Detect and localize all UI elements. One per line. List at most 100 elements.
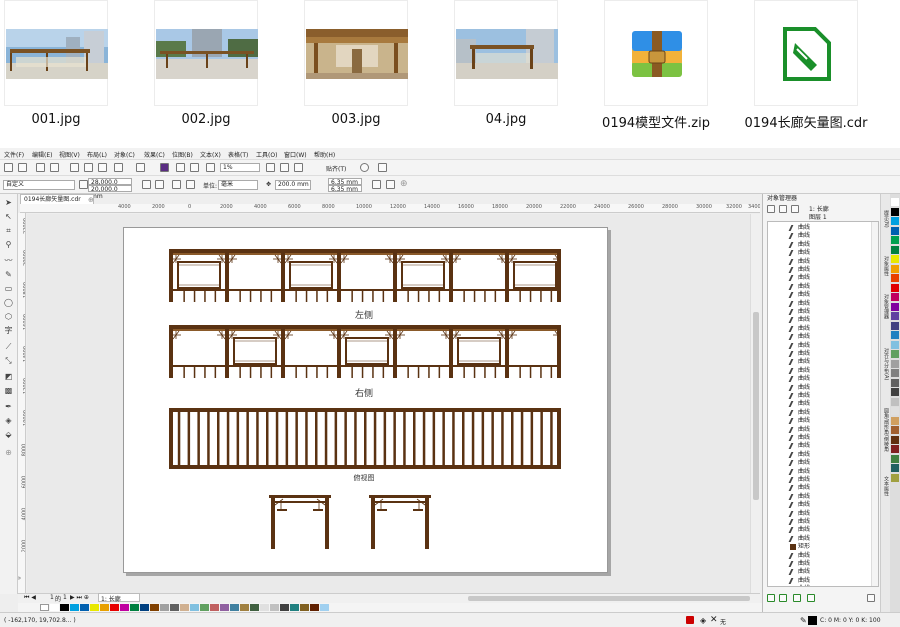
object-list-item[interactable]: 曲线 bbox=[788, 283, 810, 291]
color-swatch[interactable] bbox=[50, 604, 59, 611]
freehand-tool-icon[interactable]: 〰 bbox=[4, 256, 13, 265]
object-list-item[interactable]: 曲线 bbox=[788, 300, 810, 308]
color-swatch[interactable] bbox=[891, 198, 899, 206]
object-list-item[interactable]: 曲线 bbox=[788, 493, 810, 501]
menu-layout[interactable]: 布局(L) bbox=[87, 150, 107, 159]
units-select[interactable]: 毫米 bbox=[218, 180, 258, 190]
options-gear-icon[interactable] bbox=[360, 163, 369, 172]
docker-tab-align-distribute[interactable]: 对齐与分布(A) bbox=[882, 348, 890, 380]
color-swatch[interactable] bbox=[220, 604, 229, 611]
color-swatch[interactable] bbox=[80, 604, 89, 611]
all-pages-icon[interactable] bbox=[172, 180, 181, 189]
duplicate-y-field[interactable]: 6.35 mm bbox=[328, 185, 362, 193]
show-page-border-icon[interactable] bbox=[386, 180, 395, 189]
pergola-left-elevation[interactable] bbox=[169, 249, 561, 302]
color-swatch[interactable] bbox=[320, 604, 329, 611]
ellipse-tool-icon[interactable]: ◯ bbox=[4, 298, 13, 307]
color-swatch[interactable] bbox=[891, 407, 899, 415]
artistic-media-icon[interactable]: ✎ bbox=[4, 270, 13, 279]
color-swatch[interactable] bbox=[60, 604, 69, 611]
menu-help[interactable]: 帮助(H) bbox=[314, 150, 335, 159]
thumbnail-003[interactable]: 003.jpg bbox=[304, 0, 408, 148]
full-screen-icon[interactable] bbox=[266, 163, 275, 172]
show-object-properties-icon[interactable] bbox=[767, 205, 775, 213]
color-swatch[interactable] bbox=[240, 604, 249, 611]
color-swatch[interactable] bbox=[891, 388, 899, 396]
object-list-item[interactable]: 曲线 bbox=[788, 535, 810, 543]
copy-icon[interactable] bbox=[84, 163, 93, 172]
parallel-dimension-icon[interactable]: ⟋ bbox=[4, 342, 13, 351]
color-swatch[interactable] bbox=[300, 604, 309, 611]
menu-bitmaps[interactable]: 位图(B) bbox=[172, 150, 193, 159]
application-launcher-icon[interactable] bbox=[378, 163, 387, 172]
pergola-right-elevation[interactable] bbox=[169, 325, 561, 378]
print-icon[interactable] bbox=[50, 163, 59, 172]
show-grid-icon[interactable] bbox=[294, 163, 303, 172]
open-icon[interactable] bbox=[18, 163, 27, 172]
rectangle-tool-icon[interactable]: ▭ bbox=[4, 284, 13, 293]
color-swatch[interactable] bbox=[280, 604, 289, 611]
color-swatch[interactable] bbox=[150, 604, 159, 611]
object-list-item[interactable]: 曲线 bbox=[788, 342, 810, 350]
color-swatch[interactable] bbox=[891, 264, 899, 273]
object-list-item[interactable]: 曲线 bbox=[788, 258, 810, 266]
object-list-item[interactable]: 曲线 bbox=[788, 434, 810, 442]
undo-icon[interactable] bbox=[114, 163, 123, 172]
color-swatch[interactable] bbox=[891, 245, 899, 254]
color-swatch[interactable] bbox=[160, 604, 169, 611]
color-swatch[interactable] bbox=[891, 426, 899, 434]
color-swatch[interactable] bbox=[891, 312, 899, 320]
object-list-item[interactable]: 曲线 bbox=[788, 459, 810, 467]
object-list-item[interactable]: 曲线 bbox=[798, 585, 810, 586]
color-swatch[interactable] bbox=[891, 236, 899, 244]
vertical-scrollbar[interactable] bbox=[750, 214, 760, 593]
duplicate-x-field[interactable]: 6.35 mm bbox=[328, 178, 362, 186]
color-swatch[interactable] bbox=[891, 217, 899, 225]
color-swatch[interactable] bbox=[90, 604, 99, 611]
object-list-item[interactable]: 曲线 bbox=[788, 358, 810, 366]
object-list-item[interactable]: 曲线 bbox=[788, 577, 810, 585]
smart-fill-icon[interactable]: ⬙ bbox=[4, 430, 13, 439]
polygon-tool-icon[interactable]: ⬡ bbox=[4, 312, 13, 321]
object-list-item[interactable]: 曲线 bbox=[788, 510, 810, 518]
color-swatch[interactable] bbox=[190, 604, 199, 611]
color-swatch[interactable] bbox=[891, 293, 899, 301]
docker-tab-object-properties[interactable]: 对象属性 bbox=[882, 256, 890, 276]
color-swatch[interactable] bbox=[120, 604, 129, 611]
object-list-item[interactable]: 曲线 bbox=[788, 400, 810, 408]
eyedropper-icon[interactable]: ✒ bbox=[4, 402, 13, 411]
color-swatch[interactable] bbox=[100, 604, 109, 611]
color-swatch[interactable] bbox=[891, 340, 899, 349]
object-list-item[interactable]: 曲线 bbox=[788, 249, 810, 257]
snap-to-menu[interactable]: 贴齐(T) bbox=[326, 164, 346, 173]
color-swatch[interactable] bbox=[891, 331, 899, 339]
color-swatch[interactable] bbox=[891, 473, 899, 482]
object-list-item[interactable]: 曲线 bbox=[788, 417, 810, 425]
color-swatch[interactable] bbox=[230, 604, 239, 611]
publish-pdf-icon[interactable] bbox=[206, 163, 215, 172]
thumbnail-002[interactable]: 002.jpg bbox=[154, 0, 258, 148]
layer-node-label[interactable]: 图层 1 bbox=[809, 212, 827, 221]
object-list-item[interactable]: 曲线 bbox=[788, 552, 810, 560]
color-swatch[interactable] bbox=[891, 435, 899, 444]
menu-object[interactable]: 对象(C) bbox=[114, 150, 135, 159]
object-list-item[interactable]: 曲线 bbox=[788, 232, 810, 240]
layer-manager-view-icon[interactable] bbox=[791, 205, 799, 213]
pergola-end-section[interactable] bbox=[269, 495, 331, 549]
interactive-fill-icon[interactable]: ◈ bbox=[4, 416, 13, 425]
color-swatch[interactable] bbox=[891, 359, 899, 368]
color-swatch[interactable] bbox=[891, 274, 899, 282]
object-list-item[interactable]: 曲线 bbox=[788, 350, 810, 358]
current-page-icon[interactable] bbox=[186, 180, 195, 189]
menu-file[interactable]: 文件(F) bbox=[4, 150, 24, 159]
object-list-item[interactable]: 曲线 bbox=[788, 333, 810, 341]
color-swatch[interactable] bbox=[140, 604, 149, 611]
docker-tab-object-manager[interactable]: 对象管理器 bbox=[882, 294, 890, 319]
pick-tool-icon[interactable]: ➤ bbox=[4, 198, 13, 207]
object-list-item[interactable]: 曲线 bbox=[788, 384, 810, 392]
color-swatch[interactable] bbox=[891, 454, 899, 463]
color-swatch[interactable] bbox=[130, 604, 139, 611]
object-list-item[interactable]: 曲线 bbox=[788, 266, 810, 274]
menu-tools[interactable]: 工具(O) bbox=[256, 150, 277, 159]
color-swatch[interactable] bbox=[180, 604, 189, 611]
